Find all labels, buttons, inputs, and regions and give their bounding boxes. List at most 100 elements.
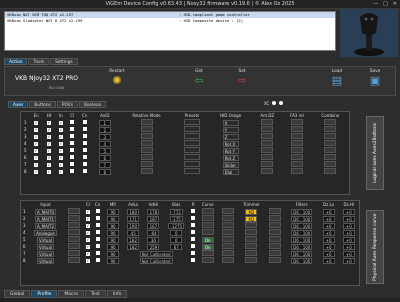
maximize-button[interactable]: □ <box>383 0 388 9</box>
subtab-povs[interactable]: POVs <box>56 101 78 108</box>
checkbox[interactable]: ✓ <box>47 121 52 125</box>
axid-field[interactable]: 2 <box>98 126 111 133</box>
checkbox[interactable]: ✓ <box>85 252 90 256</box>
checkbox[interactable]: ✓ <box>34 149 39 153</box>
trimmer-extra[interactable] <box>268 215 281 221</box>
tab-info[interactable]: Info <box>106 290 128 298</box>
mr-field[interactable]: 90 <box>106 222 119 229</box>
mr-field[interactable]: 90 <box>106 243 119 250</box>
input-extra[interactable] <box>67 222 80 228</box>
curve-extra[interactable] <box>221 229 234 235</box>
checkbox[interactable] <box>95 216 100 220</box>
checkbox[interactable] <box>82 120 87 124</box>
checkbox[interactable]: ✓ <box>58 149 63 153</box>
dzhi-field[interactable]: +0 <box>342 208 355 215</box>
curve-extra[interactable] <box>221 243 234 249</box>
hid-usage-dropdown[interactable]: Slider <box>222 161 239 168</box>
tab-action[interactable]: Action <box>4 58 28 65</box>
combine-field[interactable] <box>324 140 337 146</box>
checkbox[interactable]: ✓ <box>85 259 90 263</box>
hid-usage-dropdown[interactable]: Y <box>222 126 239 133</box>
checkbox[interactable]: ✓ <box>34 163 39 167</box>
checkbox[interactable] <box>95 230 100 234</box>
checkbox[interactable]: ✓ <box>58 170 63 174</box>
axid-field[interactable]: 7 <box>98 161 111 168</box>
adhi-field[interactable]: -64 <box>147 229 160 236</box>
checkbox[interactable]: ✓ <box>47 128 52 132</box>
dzlo-field[interactable]: +0 <box>322 222 335 229</box>
trimmer-extra[interactable] <box>268 243 281 249</box>
mr-field[interactable]: 90 <box>106 257 119 264</box>
checkbox[interactable] <box>70 127 75 131</box>
device-list[interactable]: VKBsim NXT SEM THQ XT2 v2.197: HID-compl… <box>4 11 336 51</box>
checkbox[interactable]: ✓ <box>34 142 39 146</box>
save-button[interactable]: Save ▣ <box>361 69 389 95</box>
checkbox[interactable] <box>82 148 87 152</box>
axid-field[interactable]: 6 <box>98 154 111 161</box>
curve-extra[interactable] <box>221 236 234 242</box>
curve-button[interactable]: On <box>201 236 214 243</box>
adlo-field[interactable]: Not Calibrated <box>139 250 173 257</box>
dzhi-field[interactable]: +0 <box>342 243 355 250</box>
antdz-field[interactable] <box>261 168 274 174</box>
antdz-field[interactable] <box>261 154 274 160</box>
load-button[interactable]: Load ▤ <box>323 69 351 95</box>
input-extra[interactable] <box>67 215 80 221</box>
axid-field[interactable]: 3 <box>98 133 111 140</box>
dzhi-field[interactable]: +0 <box>342 250 355 257</box>
dzlo-field[interactable]: +0 <box>322 257 335 264</box>
get-button[interactable]: Get ⇦ <box>185 69 213 95</box>
checkbox[interactable] <box>70 155 75 159</box>
minimize-button[interactable]: — <box>373 0 378 9</box>
checkbox[interactable] <box>70 120 75 124</box>
mr-field[interactable]: 90 <box>106 236 119 243</box>
adhi-field[interactable]: 167 <box>147 222 160 229</box>
trimmer-extra[interactable] <box>268 222 281 228</box>
hid-usage-dropdown[interactable]: X <box>222 119 239 126</box>
filters-field[interactable]: D6 : 100 <box>291 236 313 243</box>
curve-extra[interactable] <box>221 250 234 256</box>
relative-mode-field[interactable] <box>140 154 153 160</box>
checkbox[interactable] <box>95 258 100 262</box>
dzlo-field[interactable]: +0 <box>322 229 335 236</box>
relative-mode-field[interactable] <box>140 168 153 174</box>
curve-button[interactable] <box>201 257 214 263</box>
trimmer-extra[interactable] <box>268 236 281 242</box>
checkbox[interactable]: ✓ <box>85 238 90 242</box>
checkbox[interactable] <box>95 244 100 248</box>
presets-dropdown[interactable] <box>183 140 200 146</box>
dzlo-field[interactable]: +0 <box>322 215 335 222</box>
trimmer-field[interactable]: M2 <box>245 215 258 222</box>
r-checkbox[interactable] <box>191 216 196 220</box>
filters-field[interactable]: D6 : 100 <box>291 222 313 229</box>
r-checkbox[interactable] <box>191 251 196 255</box>
fa3-field[interactable] <box>290 140 303 146</box>
antdz-field[interactable] <box>261 126 274 132</box>
checkbox[interactable]: ✓ <box>47 149 52 153</box>
checkbox[interactable] <box>95 237 100 241</box>
combine-field[interactable] <box>324 161 337 167</box>
presets-dropdown[interactable] <box>183 161 200 167</box>
checkbox[interactable]: ✓ <box>58 121 63 125</box>
relative-mode-field[interactable] <box>140 140 153 146</box>
trimmer-field[interactable] <box>245 229 258 235</box>
input-extra[interactable] <box>67 208 80 214</box>
filters-field[interactable]: D6 : 100 <box>291 257 313 264</box>
subtab-axes[interactable]: Axes <box>8 101 29 108</box>
input-dropdown[interactable]: A_MAIT1 <box>34 215 57 222</box>
checkbox[interactable]: ✓ <box>34 170 39 174</box>
r-checkbox[interactable] <box>191 237 196 241</box>
fa3-field[interactable] <box>290 119 303 125</box>
adlo-field[interactable]: Not Calibrated <box>139 257 173 264</box>
checkbox[interactable] <box>70 162 75 166</box>
checkbox[interactable]: ✓ <box>58 135 63 139</box>
bias-field[interactable]: 67 <box>170 243 183 250</box>
checkbox[interactable]: ✓ <box>58 128 63 132</box>
checkbox[interactable]: ✓ <box>85 231 90 235</box>
tab-global[interactable]: Global <box>4 290 31 298</box>
antdz-field[interactable] <box>261 133 274 139</box>
dzhi-field[interactable]: +0 <box>342 222 355 229</box>
dzhi-field[interactable]: +0 <box>342 257 355 264</box>
subtab-boolean[interactable]: Boolean <box>78 101 107 108</box>
adlo-field[interactable]: 180 <box>127 208 140 215</box>
